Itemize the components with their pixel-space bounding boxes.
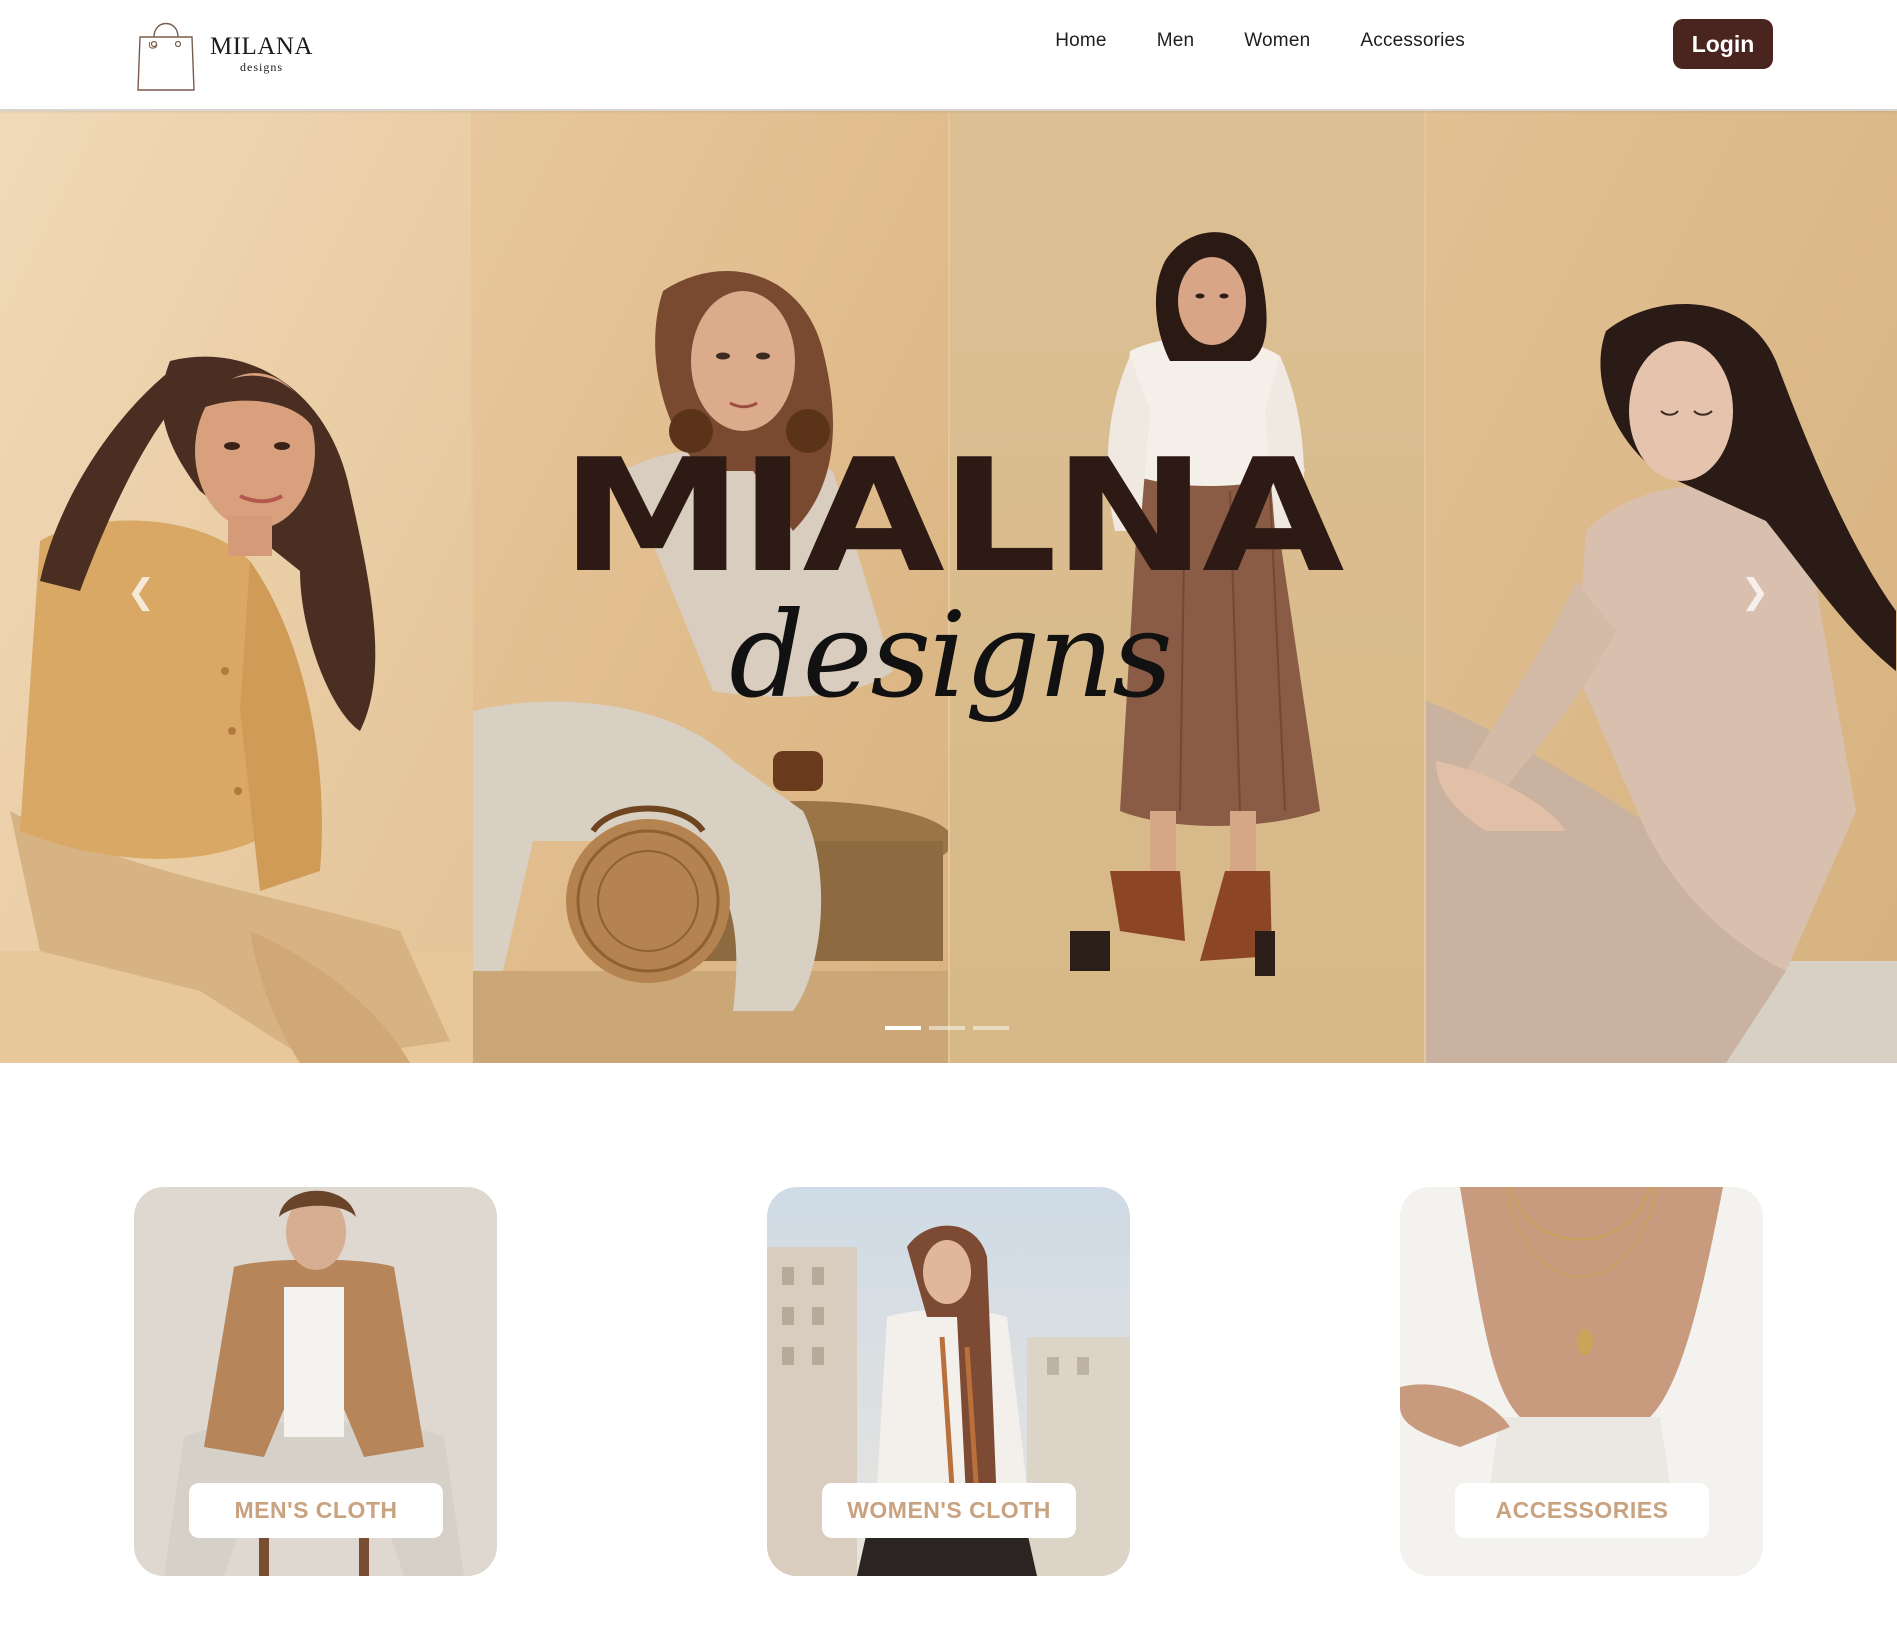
nav-women[interactable]: Women xyxy=(1244,30,1310,52)
hero-subtitle: designs xyxy=(729,586,1173,724)
shopping-bag-icon xyxy=(136,13,196,93)
carousel-indicator-2[interactable] xyxy=(929,1026,965,1030)
chevron-right-icon: ❯ xyxy=(1740,573,1770,611)
brand-logo[interactable]: MILANA designs xyxy=(136,13,313,93)
brand-name: MILANA xyxy=(210,32,313,60)
category-card-men[interactable]: MEN'S CLOTH xyxy=(134,1187,497,1576)
main-nav: Home Men Women Accessories xyxy=(1055,30,1465,52)
category-label-women[interactable]: WOMEN'S CLOTH xyxy=(822,1483,1076,1538)
carousel-next-button[interactable]: ❯ xyxy=(1740,567,1770,617)
brand-tagline: designs xyxy=(240,59,283,74)
carousel-indicators xyxy=(885,1026,1009,1030)
site-header: MILANA designs Home Men Women Accessorie… xyxy=(0,0,1897,111)
hero-photo-1 xyxy=(0,111,471,1063)
carousel-prev-button[interactable]: ❮ xyxy=(126,567,156,617)
hero-photo-4 xyxy=(1426,111,1897,1063)
carousel-indicator-3[interactable] xyxy=(973,1026,1009,1030)
nav-men[interactable]: Men xyxy=(1157,30,1195,52)
category-label-accessories[interactable]: ACCESSORIES xyxy=(1455,1483,1709,1538)
nav-accessories[interactable]: Accessories xyxy=(1360,30,1465,52)
category-card-accessories[interactable]: ACCESSORIES xyxy=(1400,1187,1763,1576)
carousel-indicator-1[interactable] xyxy=(885,1026,921,1030)
category-card-women[interactable]: WOMEN'S CLOTH xyxy=(767,1187,1130,1576)
hero-carousel: MIALNA designs ❮ ❯ xyxy=(0,111,1897,1063)
login-button[interactable]: Login xyxy=(1673,19,1773,69)
nav-home[interactable]: Home xyxy=(1055,30,1106,52)
category-label-men[interactable]: MEN'S CLOTH xyxy=(189,1483,443,1538)
chevron-left-icon: ❮ xyxy=(126,573,156,611)
hero-title: MIALNA xyxy=(560,425,1344,607)
